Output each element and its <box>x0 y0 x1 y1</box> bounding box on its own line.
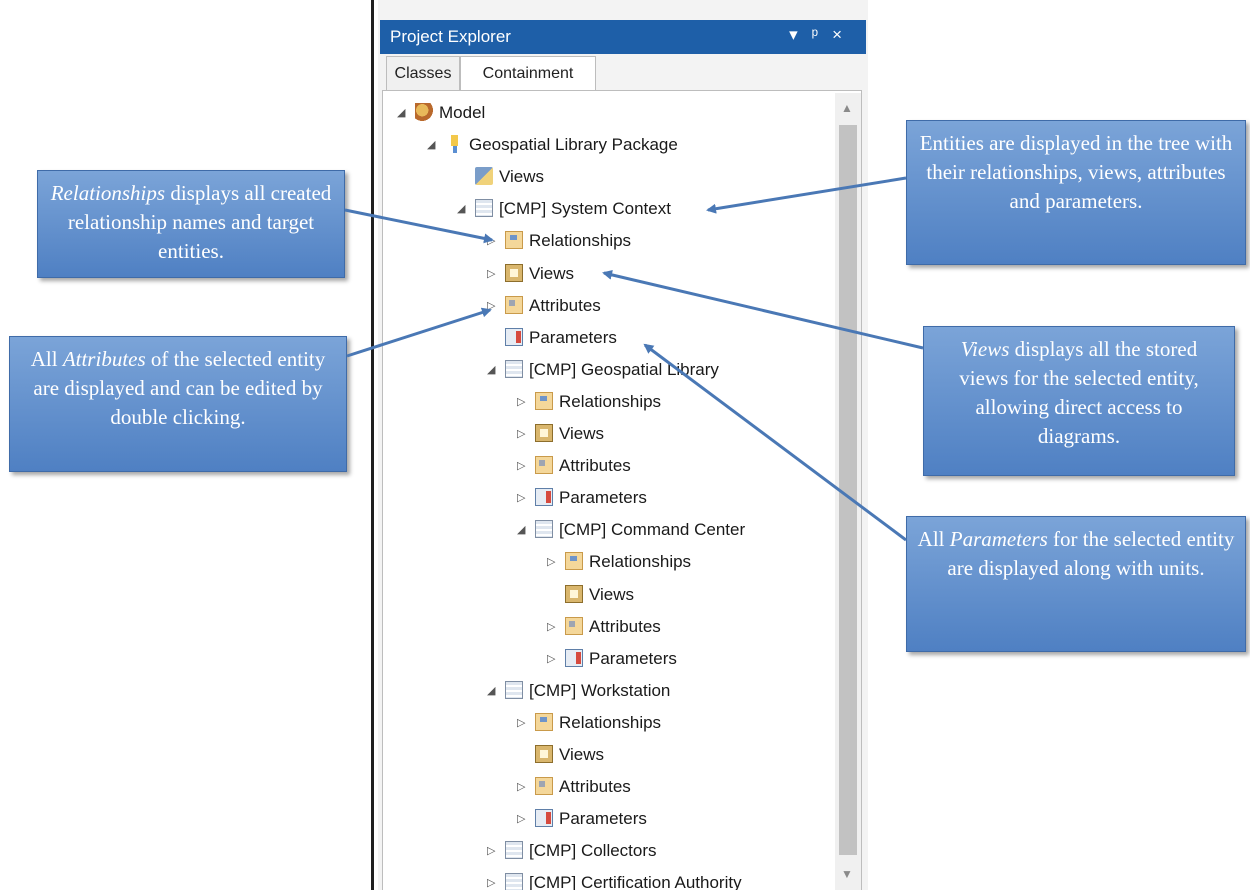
arrow-attributes <box>346 307 492 358</box>
arrow-entities <box>706 176 907 214</box>
callout-arrows <box>344 176 924 542</box>
arrow-views <box>602 269 924 350</box>
arrow-relationships <box>344 208 494 244</box>
arrow-parameters <box>643 343 907 542</box>
